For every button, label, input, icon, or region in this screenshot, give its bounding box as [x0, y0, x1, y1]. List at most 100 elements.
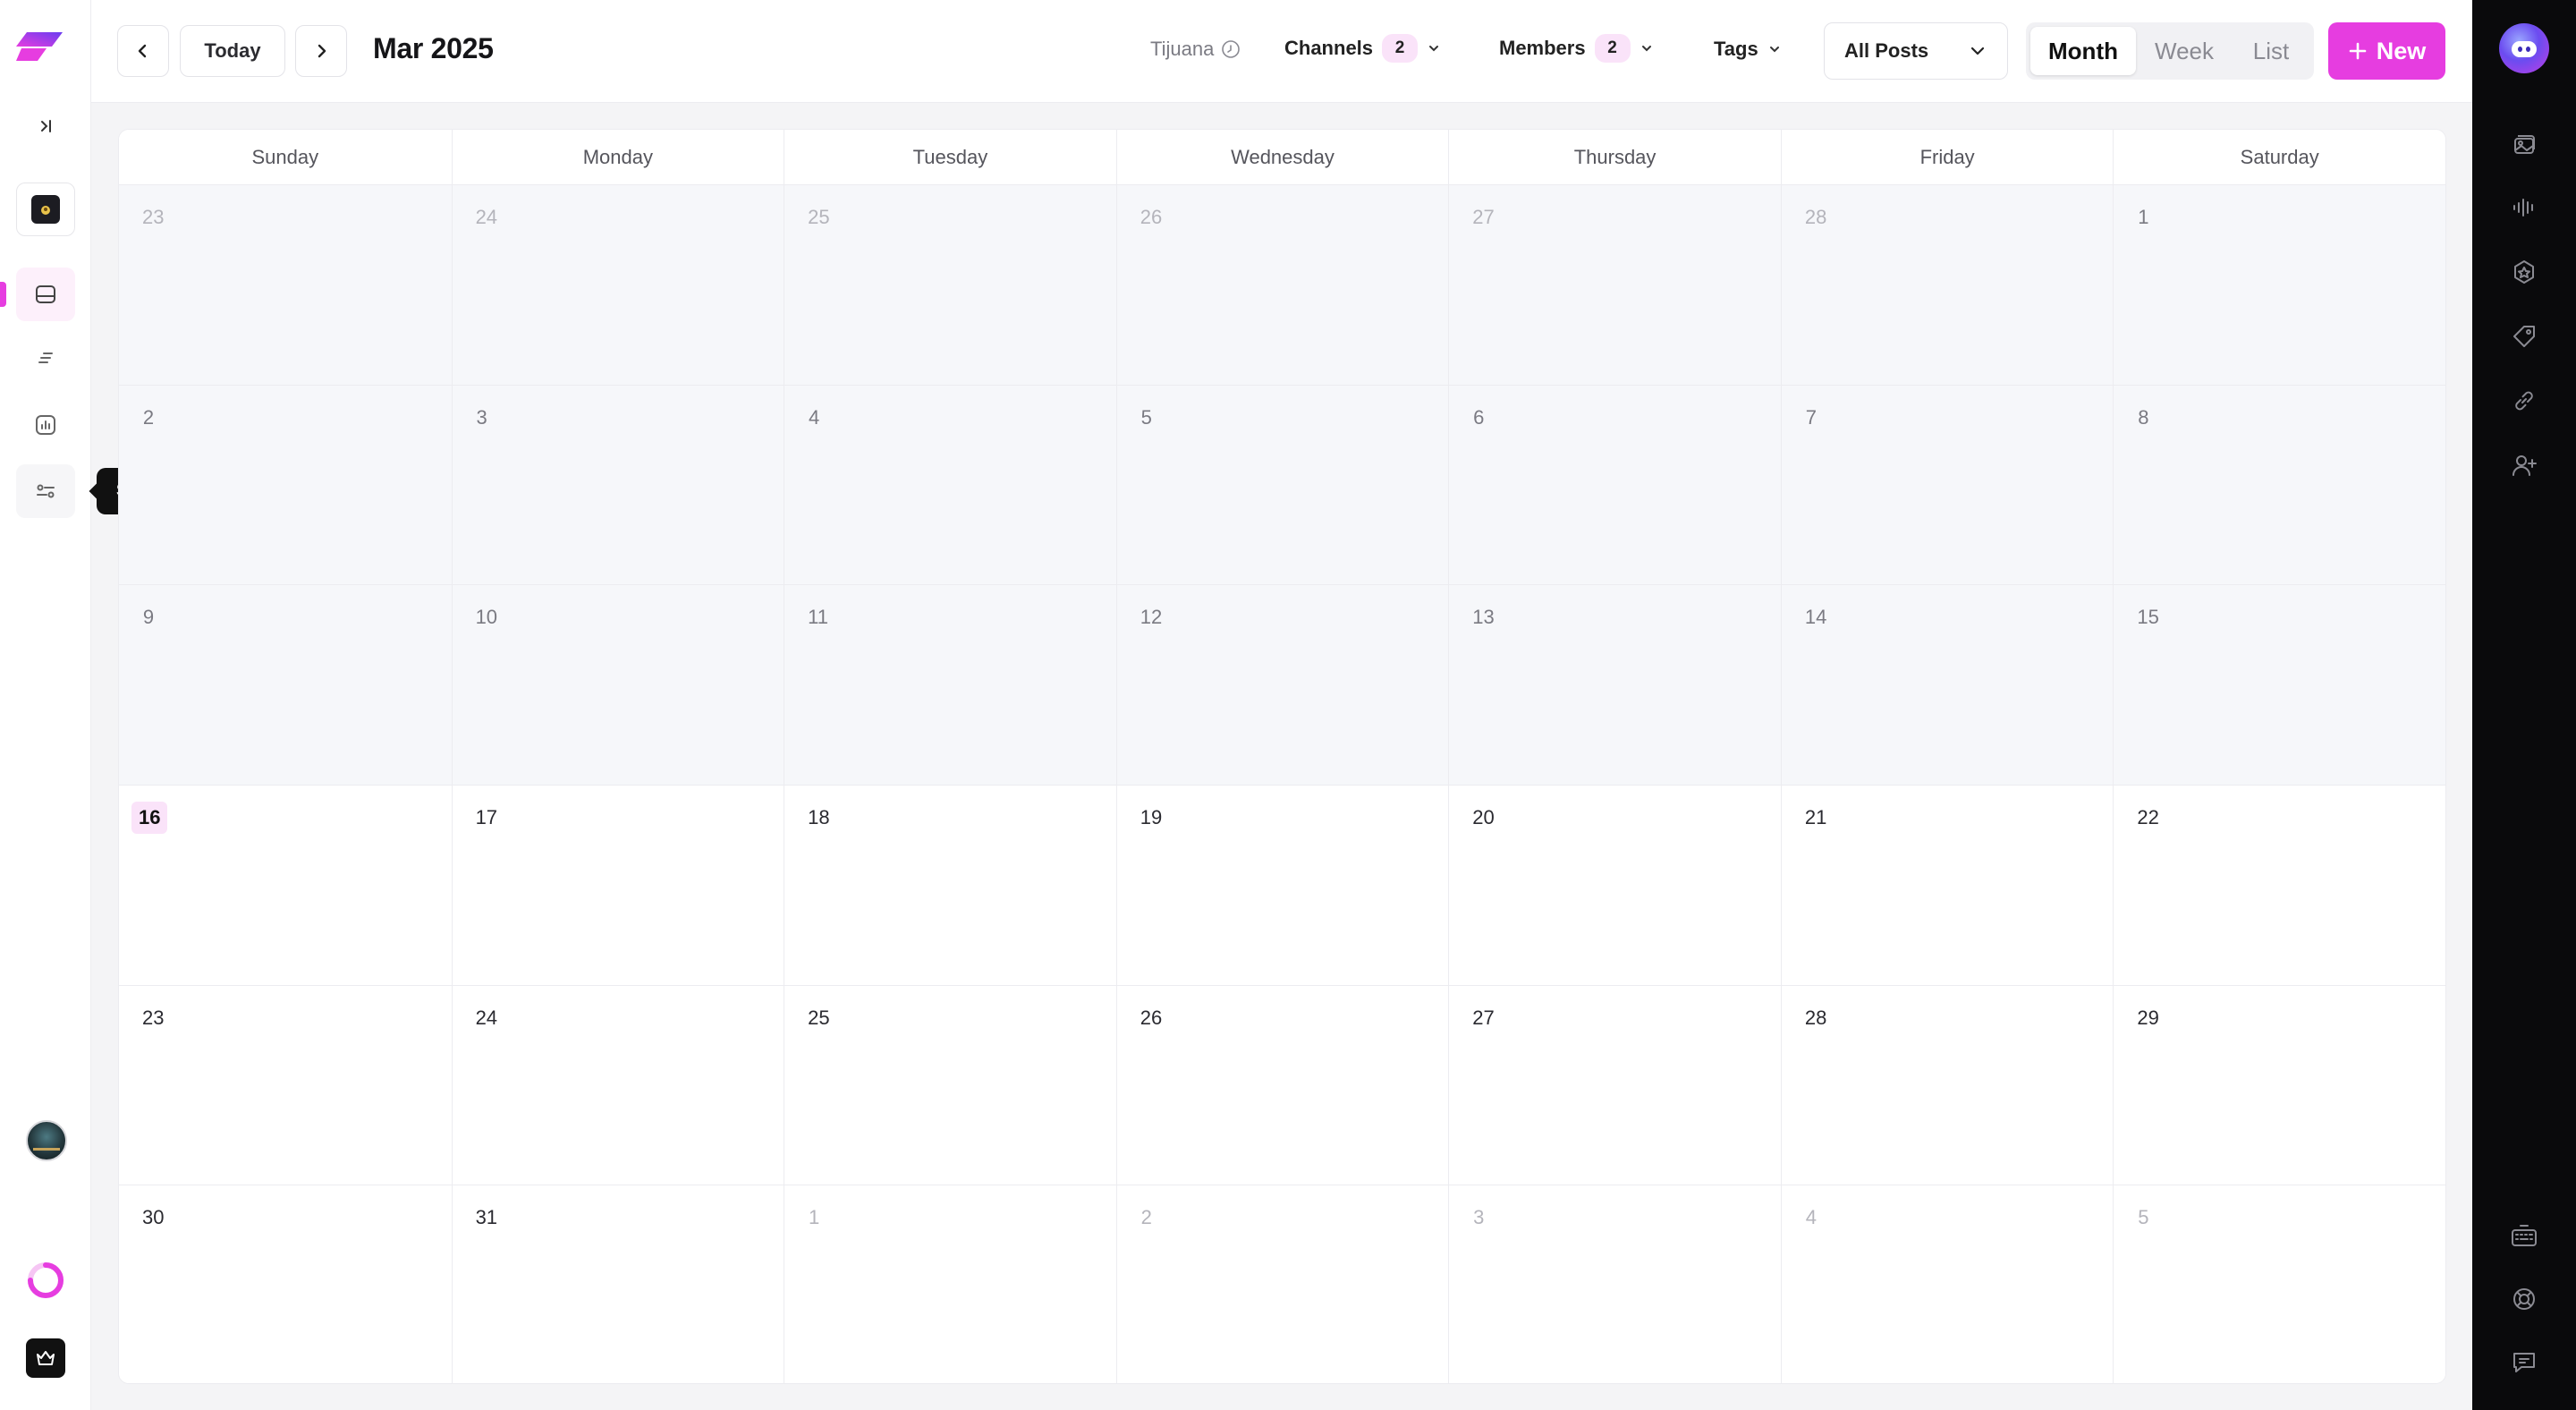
- media-library-button[interactable]: [2506, 127, 2542, 163]
- media-icon: [2514, 135, 2535, 154]
- assistant-avatar[interactable]: [2499, 23, 2549, 73]
- timezone-indicator[interactable]: Tijuana: [1150, 38, 1241, 61]
- day-number: 25: [808, 1006, 830, 1029]
- chevron-down-icon: [1970, 47, 1985, 55]
- workspace-switcher[interactable]: [16, 183, 75, 236]
- new-post-button[interactable]: New: [2328, 22, 2445, 80]
- day-cell[interactable]: 11: [784, 584, 1116, 785]
- tags-filter[interactable]: Tags: [1714, 38, 1782, 61]
- audio-button[interactable]: [2506, 190, 2542, 225]
- day-cell[interactable]: 1: [784, 1185, 1116, 1383]
- day-number: 30: [142, 1206, 165, 1229]
- day-cell[interactable]: 23: [119, 984, 452, 1185]
- next-month-button[interactable]: [295, 25, 347, 77]
- prev-month-button[interactable]: [117, 25, 169, 77]
- nav-settings[interactable]: [16, 464, 75, 518]
- day-number: 4: [1805, 1206, 1817, 1229]
- links-button[interactable]: [2506, 383, 2542, 419]
- day-cell[interactable]: 2: [1115, 1185, 1449, 1383]
- day-number: 6: [1473, 405, 1485, 429]
- day-cell[interactable]: 20: [1448, 785, 1781, 985]
- day-cell[interactable]: 6: [1448, 384, 1781, 585]
- nav-calendar[interactable]: [16, 268, 75, 321]
- view-week-tab[interactable]: Week: [2140, 27, 2229, 75]
- day-cell[interactable]: 7: [1780, 384, 2114, 585]
- nav-posts[interactable]: [16, 331, 75, 385]
- day-cell[interactable]: 9: [119, 584, 452, 785]
- day-cell[interactable]: 24: [451, 184, 784, 385]
- day-cell[interactable]: 27: [1448, 184, 1781, 385]
- today-button[interactable]: Today: [180, 25, 285, 77]
- day-cell[interactable]: 5: [2113, 1185, 2445, 1383]
- day-cell[interactable]: 10: [451, 584, 784, 785]
- chevron-down-icon: [1641, 46, 1651, 52]
- day-cell[interactable]: 27: [1448, 984, 1781, 1185]
- crown-icon: [37, 1351, 55, 1365]
- weekday-monday: Monday: [451, 130, 784, 184]
- day-cell[interactable]: 1: [2113, 184, 2445, 385]
- day-cell[interactable]: 5: [1115, 384, 1449, 585]
- chat-button[interactable]: [2506, 1344, 2542, 1380]
- view-month-tab[interactable]: Month: [2030, 27, 2136, 75]
- day-cell[interactable]: 3: [1448, 1185, 1781, 1383]
- support-button[interactable]: [2506, 1281, 2542, 1317]
- members-filter[interactable]: Members 2: [1499, 34, 1654, 63]
- day-cell[interactable]: 29: [2113, 984, 2445, 1185]
- day-cell[interactable]: 22: [2113, 785, 2445, 985]
- day-cell[interactable]: 23: [119, 184, 452, 385]
- day-number: 1: [809, 1206, 820, 1229]
- day-cell[interactable]: 26: [1115, 184, 1449, 385]
- day-cell[interactable]: 13: [1448, 584, 1781, 785]
- calendar-grid: 23 24 25 26 27 28 1 2 3 4 5 6 7 8 9 10 11 12 13 14 15 16 17 18 1…: [119, 184, 2445, 1383]
- day-number: 13: [1472, 606, 1495, 629]
- day-cell[interactable]: 28: [1780, 984, 2114, 1185]
- day-cell[interactable]: 25: [784, 984, 1116, 1185]
- day-cell[interactable]: 25: [784, 184, 1116, 385]
- day-cell[interactable]: 3: [451, 384, 784, 585]
- app-logo[interactable]: [14, 29, 64, 64]
- day-cell[interactable]: 31: [451, 1185, 784, 1383]
- day-number: 31: [475, 1206, 498, 1229]
- invite-member-button[interactable]: [2506, 447, 2542, 483]
- day-cell-today[interactable]: 16: [119, 785, 452, 985]
- nav-analytics[interactable]: [16, 398, 75, 452]
- day-number: 27: [1472, 1006, 1495, 1029]
- day-cell[interactable]: 14: [1780, 584, 2114, 785]
- expand-sidebar-button[interactable]: [26, 106, 65, 146]
- day-cell[interactable]: 8: [2113, 384, 2445, 585]
- day-number: 24: [475, 206, 498, 228]
- day-cell[interactable]: 2: [119, 384, 452, 585]
- posts-type-select[interactable]: All Posts: [1824, 22, 2008, 80]
- user-avatar[interactable]: [26, 1120, 67, 1161]
- badge-button[interactable]: [2506, 254, 2542, 290]
- day-cell[interactable]: 28: [1780, 184, 2114, 385]
- day-cell[interactable]: 17: [451, 785, 784, 985]
- weekday-sunday: Sunday: [251, 145, 319, 168]
- day-number: 23: [142, 1006, 165, 1029]
- day-cell[interactable]: 15: [2113, 584, 2445, 785]
- day-number: 24: [475, 1006, 498, 1029]
- view-list-tab[interactable]: List: [2233, 27, 2309, 75]
- day-cell[interactable]: 30: [119, 1185, 452, 1383]
- day-cell[interactable]: 24: [451, 984, 784, 1185]
- day-number: 26: [1140, 1006, 1163, 1029]
- day-number: 28: [1804, 1006, 1827, 1029]
- upgrade-button[interactable]: [26, 1338, 65, 1378]
- day-cell[interactable]: 18: [784, 785, 1116, 985]
- day-cell[interactable]: 19: [1115, 785, 1449, 985]
- keyboard-shortcuts-button[interactable]: [2506, 1218, 2542, 1253]
- day-cell[interactable]: 26: [1115, 984, 1449, 1185]
- day-cell[interactable]: 4: [1780, 1185, 2114, 1383]
- channels-filter[interactable]: Channels 2: [1284, 34, 1441, 63]
- tags-button[interactable]: [2506, 319, 2542, 354]
- onboarding-progress[interactable]: [25, 1260, 66, 1301]
- day-number: 7: [1805, 405, 1817, 429]
- day-number: 19: [1140, 806, 1163, 828]
- day-number: 10: [475, 606, 498, 629]
- day-number: 28: [1804, 206, 1827, 228]
- day-cell[interactable]: 21: [1780, 785, 2114, 985]
- day-cell[interactable]: 4: [784, 384, 1116, 585]
- chevron-down-icon: [1769, 47, 1779, 53]
- day-cell[interactable]: 12: [1115, 584, 1449, 785]
- crown-icon: [41, 206, 50, 215]
